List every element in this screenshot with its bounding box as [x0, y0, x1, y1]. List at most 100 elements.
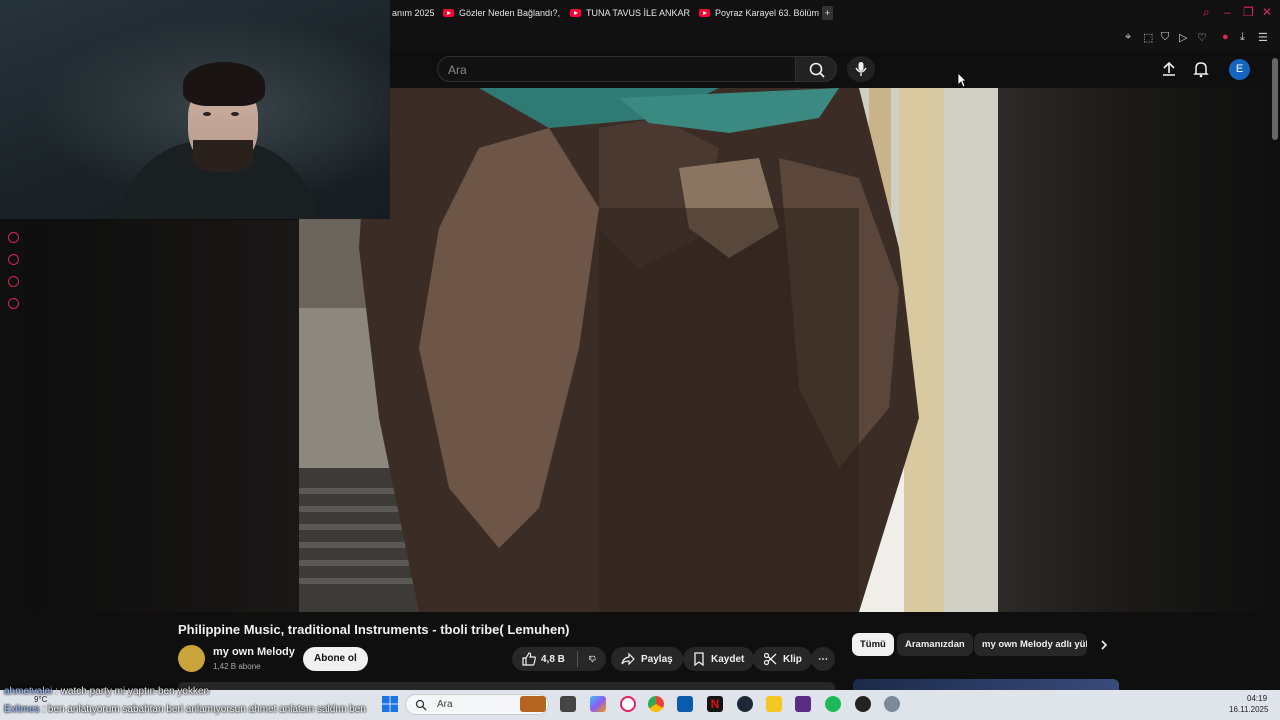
- webcam-person-beard: [193, 140, 253, 172]
- pin-icon[interactable]: ⌖: [1125, 31, 1131, 44]
- thumbs-down-icon[interactable]: [589, 652, 596, 666]
- save-label: Kaydet: [711, 653, 745, 665]
- windows-start-icon[interactable]: [382, 696, 398, 712]
- ambient-glow-right: [998, 88, 1270, 612]
- play-icon[interactable]: ▷: [1179, 31, 1187, 44]
- chat-username: ahmetvalei: [4, 686, 53, 697]
- microphone-icon: [855, 62, 867, 76]
- file-explorer-icon[interactable]: [766, 696, 782, 712]
- store-icon[interactable]: [677, 696, 693, 712]
- heart-icon[interactable]: ♡: [1197, 31, 1207, 44]
- search-icon: [809, 62, 825, 78]
- plus-icon: +: [824, 8, 831, 18]
- chrome-icon[interactable]: [648, 696, 664, 712]
- task-view-icon[interactable]: [560, 696, 576, 712]
- tab-title: Poyraz Karayel 63. Bölüm: [715, 8, 820, 18]
- browser-tab[interactable]: TUNA TAVUS İLE ANKAR: [570, 6, 690, 20]
- tab-title: TUNA TAVUS İLE ANKAR: [586, 8, 691, 18]
- clip-button[interactable]: Klip: [753, 647, 812, 671]
- webcam-person-hair: [183, 62, 265, 106]
- thumbs-up-icon: [522, 652, 536, 666]
- chat-text: watch party mi yaptın ben yokken: [60, 686, 210, 697]
- ambient-glow-left: [28, 220, 299, 612]
- chip-all[interactable]: Tümü: [852, 633, 894, 656]
- description-box[interactable]: [178, 682, 835, 690]
- chip-from-search[interactable]: Aramanızdan: [897, 633, 973, 656]
- steam-icon[interactable]: [737, 696, 753, 712]
- close-icon[interactable]: ✕: [1262, 5, 1272, 19]
- youtube-favicon-icon: [699, 9, 710, 17]
- recommended-video-thumbnail[interactable]: [853, 679, 1119, 690]
- new-tab-button[interactable]: +: [822, 6, 833, 20]
- tab-title: anım 2025: [392, 8, 435, 18]
- screenshot-icon[interactable]: ⬚: [1143, 31, 1153, 44]
- taskbar-search-label: Ara: [437, 699, 453, 710]
- share-button[interactable]: Paylaş: [611, 647, 683, 671]
- video-frame: [299, 88, 998, 612]
- webcam-eye-right: [231, 112, 239, 116]
- copilot-icon[interactable]: [590, 696, 606, 712]
- channel-name[interactable]: my own Melody: [213, 646, 295, 658]
- webcam-eye-left: [203, 112, 211, 116]
- clock-time[interactable]: 04:19: [1247, 694, 1267, 703]
- like-button[interactable]: 4,8 B: [522, 652, 565, 666]
- sidebar-history-icon[interactable]: [8, 254, 19, 265]
- voice-search-button[interactable]: [847, 56, 875, 82]
- profile-icon[interactable]: ●: [1222, 31, 1229, 43]
- channel-avatar[interactable]: [178, 645, 205, 672]
- chat-separator: :: [52, 686, 61, 697]
- search-tabs-icon[interactable]: ⌕: [1203, 5, 1210, 20]
- browser-tab[interactable]: Poyraz Karayel 63. Bölüm: [699, 6, 819, 20]
- webcam-overlay: [0, 0, 390, 219]
- like-dislike-group: 4,8 B: [512, 647, 606, 671]
- chat-separator: :: [39, 704, 48, 715]
- share-icon: [621, 652, 635, 666]
- shield-icon[interactable]: ⛉: [1161, 31, 1169, 44]
- netflix-icon[interactable]: N: [707, 696, 723, 712]
- chevron-right-icon[interactable]: [1098, 639, 1110, 651]
- sidebar-chat-icon[interactable]: [8, 276, 19, 287]
- browser-tab[interactable]: anım 2025: [392, 6, 435, 20]
- sidebar-home-icon[interactable]: [8, 232, 19, 243]
- subscriber-count: 1,42 B abone: [213, 662, 261, 671]
- browser-tab[interactable]: Gözler Neden Bağlandı?,: [443, 6, 560, 20]
- search-icon: [415, 699, 427, 711]
- video-title: Philippine Music, traditional Instrument…: [178, 622, 570, 637]
- spotify-icon[interactable]: [825, 696, 841, 712]
- menu-icon[interactable]: ☰: [1258, 31, 1268, 44]
- scissors-icon: [763, 652, 777, 666]
- clock-date[interactable]: 16.11.2025: [1229, 705, 1268, 714]
- restore-icon[interactable]: ❐: [1243, 5, 1254, 19]
- download-icon[interactable]: ⤓: [1240, 31, 1245, 44]
- bookmark-icon: [694, 652, 704, 666]
- obs-icon[interactable]: [855, 696, 871, 712]
- page-scrollbar[interactable]: [1272, 58, 1278, 140]
- minimize-icon[interactable]: –: [1224, 5, 1231, 19]
- youtube-favicon-icon: [443, 9, 454, 17]
- search-highlight-icon[interactable]: [520, 696, 546, 712]
- clip-label: Klip: [783, 653, 802, 665]
- tab-title: Gözler Neden Bağlandı?,: [459, 8, 561, 18]
- chat-message: Exitmes : ben anlatıyorum sabahtan beri …: [4, 704, 366, 715]
- upload-icon[interactable]: [1160, 60, 1178, 78]
- share-label: Paylaş: [641, 653, 673, 665]
- save-button[interactable]: Kaydet: [683, 647, 755, 671]
- video-player[interactable]: [299, 88, 998, 612]
- subscribe-button[interactable]: Abone ol: [303, 647, 368, 671]
- search-input[interactable]: Ara: [437, 56, 795, 82]
- chat-message: ahmetvalei : watch party mi yaptın ben y…: [4, 686, 209, 697]
- youtube-favicon-icon: [570, 9, 581, 17]
- chip-channel-uploads[interactable]: my own Melody adlı yükl: [974, 633, 1087, 656]
- notifications-icon[interactable]: [1192, 60, 1210, 78]
- account-avatar[interactable]: E: [1229, 59, 1250, 80]
- search-button[interactable]: [795, 56, 837, 82]
- more-actions-button[interactable]: ⋯: [811, 647, 835, 671]
- like-count: 4,8 B: [541, 653, 565, 665]
- mouse-cursor-icon: [957, 72, 967, 88]
- settings-icon[interactable]: [884, 696, 900, 712]
- more-icon: ⋯: [818, 653, 828, 665]
- chat-text: ben anlatıyorum sabahtan beri anlamıyors…: [47, 704, 366, 715]
- opera-browser-icon[interactable]: [620, 696, 636, 712]
- app-icon[interactable]: [795, 696, 811, 712]
- sidebar-settings-icon[interactable]: [8, 298, 19, 309]
